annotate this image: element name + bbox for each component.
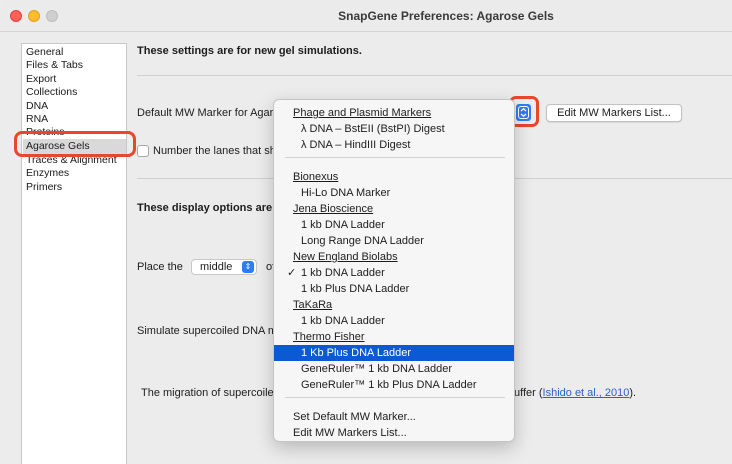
sidebar-item-general[interactable]: General bbox=[26, 46, 63, 59]
menu-item-label: 1 kb DNA Ladder bbox=[301, 315, 385, 327]
supercoiled-label: Simulate supercoiled DNA m bbox=[137, 325, 278, 337]
menu-item-dna-bsteii-bstpi-digest[interactable]: λ DNA – BstEII (BstPI) Digest bbox=[274, 121, 514, 137]
menu-item-1-kb-dna-ladder[interactable]: 1 kb DNA Ladder bbox=[274, 217, 514, 233]
menu-item-generuler-1-kb-dna-ladder[interactable]: GeneRuler™ 1 kb DNA Ladder bbox=[274, 361, 514, 377]
menu-item-label: λ DNA – BstEII (BstPI) Digest bbox=[301, 123, 445, 135]
menu-item-dna-hindiii-digest[interactable]: λ DNA – HindIII Digest bbox=[274, 137, 514, 153]
menu-item-label: Thermo Fisher bbox=[293, 331, 365, 343]
menu-item-edit-mw-markers-list[interactable]: Edit MW Markers List... bbox=[274, 425, 514, 441]
menu-separator bbox=[285, 397, 505, 398]
menu-item-label: 1 Kb Plus DNA Ladder bbox=[301, 347, 412, 359]
menu-item-long-range-dna-ladder[interactable]: Long Range DNA Ladder bbox=[274, 233, 514, 249]
menu-item-label: Phage and Plasmid Markers bbox=[293, 107, 432, 119]
sidebar-item-rna[interactable]: RNA bbox=[26, 113, 48, 126]
section-heading-display-options: These display options are f bbox=[137, 202, 279, 214]
menu-item-1-kb-plus-dna-ladder[interactable]: 1 kb Plus DNA Ladder bbox=[274, 281, 514, 297]
title-bar: SnapGene Preferences: Agarose Gels bbox=[0, 0, 732, 32]
menu-group-header-phage-and-plasmid-markers: Phage and Plasmid Markers bbox=[274, 105, 514, 121]
citation-link[interactable]: Ishido et al., 2010 bbox=[543, 387, 630, 399]
place-position-value: middle bbox=[200, 261, 233, 273]
menu-item-label: 1 kb DNA Ladder bbox=[301, 267, 385, 279]
menu-item-label: TaKaRa bbox=[293, 299, 333, 311]
menu-group-header-bionexus: Bionexus bbox=[274, 169, 514, 185]
checkmark-icon: ✓ bbox=[287, 267, 297, 279]
menu-group-header-jena-bioscience: Jena Bioscience bbox=[274, 201, 514, 217]
migration-note-text: The migration of supercoiled bbox=[141, 387, 280, 399]
migration-note: The migration of supercoiled bbox=[141, 387, 280, 399]
menu-item-label: Hi-Lo DNA Marker bbox=[301, 187, 391, 199]
menu-item-label: Set Default MW Marker... bbox=[293, 411, 416, 423]
window-title: SnapGene Preferences: Agarose Gels bbox=[338, 9, 554, 23]
menu-item-label: λ DNA – HindIII Digest bbox=[301, 139, 411, 151]
section-divider bbox=[137, 75, 732, 76]
section-heading-new-gels: These settings are for new gel simulatio… bbox=[137, 45, 362, 57]
sidebar-item-export[interactable]: Export bbox=[26, 73, 56, 86]
menu-item-label: GeneRuler™ 1 kb DNA Ladder bbox=[301, 363, 453, 375]
migration-end-text: ). bbox=[629, 387, 637, 399]
mw-marker-dropdown-menu: Phage and Plasmid Markers λ DNA – BstEII … bbox=[273, 99, 515, 442]
number-lanes-label: Number the lanes that show bbox=[153, 145, 290, 157]
menu-item-label: 1 kb DNA Ladder bbox=[301, 219, 385, 231]
menu-item-set-default-mw-marker[interactable]: Set Default MW Marker... bbox=[274, 409, 514, 425]
sidebar-item-collections[interactable]: Collections bbox=[26, 86, 77, 99]
menu-item-label: Bionexus bbox=[293, 171, 339, 183]
migration-suffix-text: uffer ( bbox=[514, 387, 543, 399]
menu-group-header-new-england-biolabs: New England Biolabs bbox=[274, 249, 514, 265]
menu-group-header-takara: TaKaRa bbox=[274, 297, 514, 313]
menu-group-header-thermo-fisher: Thermo Fisher bbox=[274, 329, 514, 345]
sidebar-item-dna[interactable]: DNA bbox=[26, 100, 48, 113]
annotation-highlight-agarose-gels bbox=[14, 131, 136, 157]
menu-item-label: 1 kb Plus DNA Ladder bbox=[301, 283, 410, 295]
migration-note-suffix: uffer (Ishido et al., 2010). bbox=[514, 387, 636, 399]
menu-separator bbox=[285, 157, 505, 158]
menu-item-1-kb-dna-ladder[interactable]: ✓ 1 kb DNA Ladder bbox=[274, 265, 514, 281]
preferences-sidebar: General Files & Tabs Export Collections DNA R… bbox=[21, 43, 127, 464]
menu-item-label: Jena Bioscience bbox=[293, 203, 374, 215]
menu-item-generuler-1-kb-plus-dna-ladder[interactable]: GeneRuler™ 1 kb Plus DNA Ladder bbox=[274, 377, 514, 393]
edit-mw-markers-button[interactable]: Edit MW Markers List... bbox=[546, 104, 682, 122]
place-position-popup[interactable]: middle ⇕ bbox=[191, 259, 257, 275]
menu-item-1-kb-dna-ladder[interactable]: 1 kb DNA Ladder bbox=[274, 313, 514, 329]
menu-item-label: Edit MW Markers List... bbox=[293, 427, 407, 439]
sidebar-item-enzymes[interactable]: Enzymes bbox=[26, 167, 69, 180]
popup-chevron-icon: ⇕ bbox=[242, 261, 254, 273]
menu-item-hi-lo-dna-marker[interactable]: Hi-Lo DNA Marker bbox=[274, 185, 514, 201]
preferences-window: SnapGene Preferences: Agarose Gels Gener… bbox=[0, 0, 732, 464]
menu-item-label: Long Range DNA Ladder bbox=[301, 235, 424, 247]
menu-item-label: GeneRuler™ 1 kb Plus DNA Ladder bbox=[301, 379, 477, 391]
number-lanes-checkbox[interactable] bbox=[137, 145, 149, 157]
menu-item-1-kb-plus-dna-ladder[interactable]: 1 Kb Plus DNA Ladder bbox=[274, 345, 514, 361]
sidebar-item-files-tabs[interactable]: Files & Tabs bbox=[26, 59, 83, 72]
sidebar-item-primers[interactable]: Primers bbox=[26, 181, 62, 194]
menu-item-label: New England Biolabs bbox=[293, 251, 398, 263]
place-lanes-label: Place the bbox=[137, 261, 183, 273]
